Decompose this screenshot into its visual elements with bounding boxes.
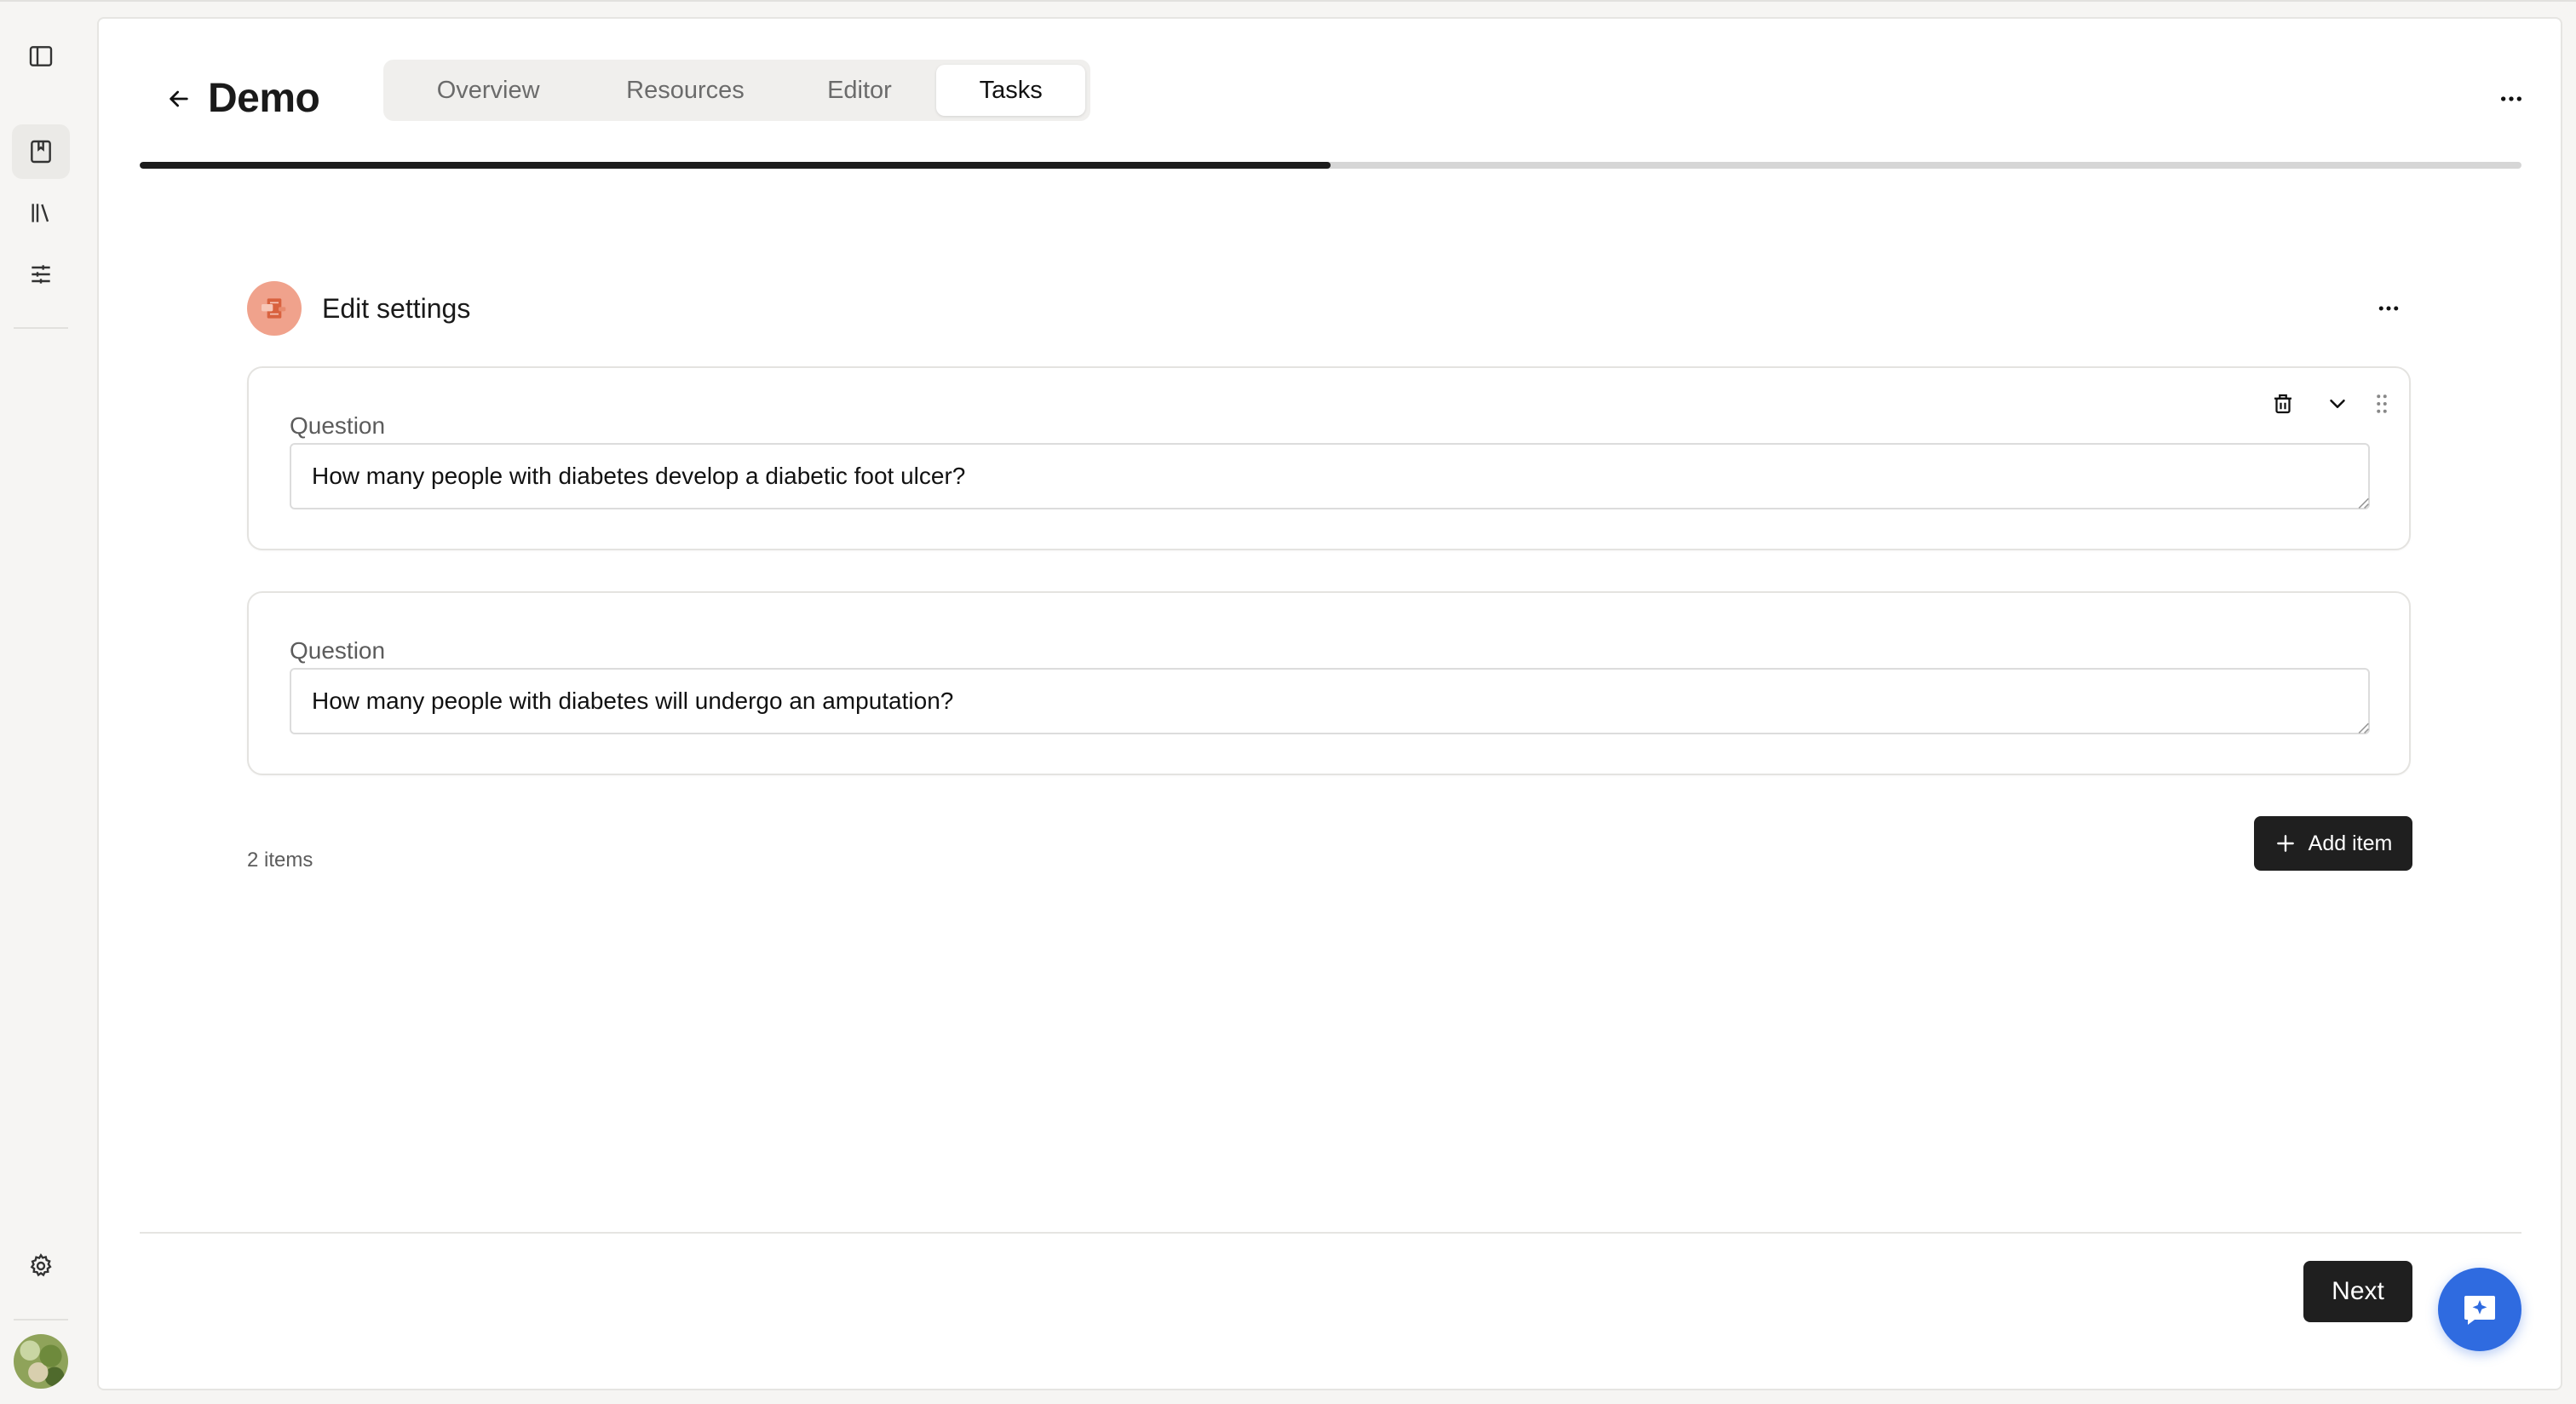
resize-grip-icon[interactable] [2356, 721, 2370, 734]
nav-library-button[interactable] [12, 186, 70, 240]
window-top-border [0, 0, 2576, 2]
question-input[interactable]: How many people with diabetes will under… [290, 668, 2370, 734]
sidebar-toggle-icon [29, 46, 53, 66]
tab-resources[interactable]: Resources [588, 65, 782, 116]
question-card: Question How many people with diabetes w… [247, 591, 2411, 775]
drag-handle[interactable] [2365, 385, 2399, 423]
main-panel: Demo Overview Resources Editor Tasks Edi… [97, 17, 2562, 1390]
drag-grip-icon [2377, 394, 2387, 413]
rail-divider [14, 1319, 68, 1321]
nav-settings-sliders-button[interactable] [12, 247, 70, 302]
page-title: Demo [208, 76, 320, 121]
collapse-button[interactable] [2310, 385, 2365, 423]
more-horizontal-icon [2378, 306, 2399, 311]
add-item-label: Add item [2308, 831, 2393, 855]
avatar[interactable] [14, 1334, 68, 1389]
resize-grip-icon[interactable] [2356, 496, 2370, 509]
question-label: Question [290, 637, 386, 664]
library-icon [32, 204, 49, 222]
page-more-button[interactable] [2484, 75, 2539, 123]
add-item-button[interactable]: Add item [2254, 816, 2412, 871]
footer-divider [140, 1232, 2521, 1234]
rail-divider [14, 327, 68, 329]
question-card: Question How many people with diabetes d… [247, 366, 2411, 550]
question-input[interactable]: How many people with diabetes develop a … [290, 443, 2370, 509]
section-more-button[interactable] [2361, 286, 2416, 331]
sidebar-toggle-button[interactable] [12, 29, 70, 83]
chat-assistant-button[interactable] [2438, 1268, 2521, 1351]
chevron-down-icon [2330, 400, 2345, 408]
section-icon [247, 281, 302, 336]
progress-fill [140, 162, 1331, 169]
tab-overview[interactable]: Overview [388, 65, 588, 116]
nav-projects-button[interactable] [12, 124, 70, 179]
bookmark-icon [31, 140, 51, 164]
chat-sparkle-icon [2464, 1296, 2495, 1325]
tab-bar: Overview Resources Editor Tasks [383, 60, 1090, 121]
gear-icon [30, 1253, 52, 1277]
plus-icon [2276, 835, 2294, 852]
progress-bar [140, 162, 2521, 169]
more-horizontal-icon [2501, 96, 2521, 101]
tab-editor[interactable]: Editor [783, 65, 937, 116]
settings-illustration-icon [262, 298, 286, 319]
question-label: Question [290, 412, 386, 439]
delete-button[interactable] [2256, 385, 2310, 423]
tab-tasks[interactable]: Tasks [936, 65, 1085, 116]
left-rail [0, 0, 82, 1404]
card-toolbar [2256, 385, 2399, 423]
next-button[interactable]: Next [2303, 1261, 2412, 1322]
section-title: Edit settings [322, 293, 471, 324]
sliders-icon [32, 265, 50, 284]
settings-button[interactable] [12, 1239, 70, 1293]
back-button[interactable] [148, 72, 210, 126]
arrow-left-icon [170, 90, 188, 107]
items-count: 2 items [247, 849, 313, 872]
trash-icon [2274, 394, 2291, 414]
